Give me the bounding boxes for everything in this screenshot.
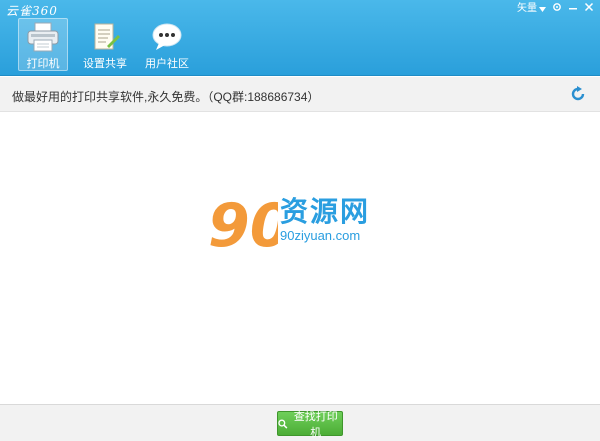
chat-bubble-icon — [148, 21, 186, 52]
skin-menu[interactable]: 矢量 — [517, 3, 546, 15]
find-printer-button[interactable]: 查找打印机 — [277, 411, 343, 439]
tab-share-settings-label: 设置共享 — [83, 58, 127, 70]
tab-printers-label: 打印机 — [26, 58, 60, 70]
tab-community[interactable]: 用户社区 — [142, 18, 192, 71]
settings-button[interactable] — [552, 2, 562, 16]
main-tabs: 打印机 设置共享 用户社区 — [18, 18, 192, 71]
minimize-icon — [569, 8, 577, 10]
refresh-button[interactable] — [570, 86, 586, 102]
app-logo: 云雀360 — [6, 4, 58, 18]
site-watermark: 90 资源网 90ziyuan.com — [208, 190, 398, 254]
chevron-down-icon — [539, 6, 546, 12]
tab-printers[interactable]: 打印机 — [18, 18, 68, 71]
find-printer-label: 查找打印机 — [293, 410, 338, 439]
app-header: 云雀360 矢量 打印机 设置共享 用户社区 — [0, 0, 600, 76]
watermark-url: 90ziyuan.com — [280, 228, 361, 243]
watermark-brand-text: 资源网 — [280, 196, 371, 227]
tab-share-settings[interactable]: 设置共享 — [80, 18, 130, 71]
watermark-number: 90 — [208, 191, 278, 252]
printer-list-area: 90 资源网 90ziyuan.com — [0, 112, 600, 404]
search-icon — [278, 419, 288, 429]
share-settings-icon — [86, 21, 124, 52]
close-button[interactable] — [584, 2, 594, 16]
refresh-icon — [571, 86, 585, 101]
footer-bar: 查找打印机 — [0, 404, 600, 441]
info-bar: 做最好用的打印共享软件,永久免费。（QQ群:188686734） — [0, 77, 600, 112]
tab-community-label: 用户社区 — [145, 58, 189, 70]
gear-icon — [553, 3, 561, 11]
close-icon — [584, 2, 594, 12]
watermark-logo-mark: 90 — [208, 191, 278, 252]
printer-icon — [24, 22, 62, 52]
minimize-button[interactable] — [568, 2, 578, 16]
skin-label: 矢量 — [517, 3, 537, 14]
window-controls: 矢量 — [517, 2, 594, 16]
slogan-text: 做最好用的打印共享软件,永久免费。（QQ群:188686734） — [12, 90, 320, 104]
